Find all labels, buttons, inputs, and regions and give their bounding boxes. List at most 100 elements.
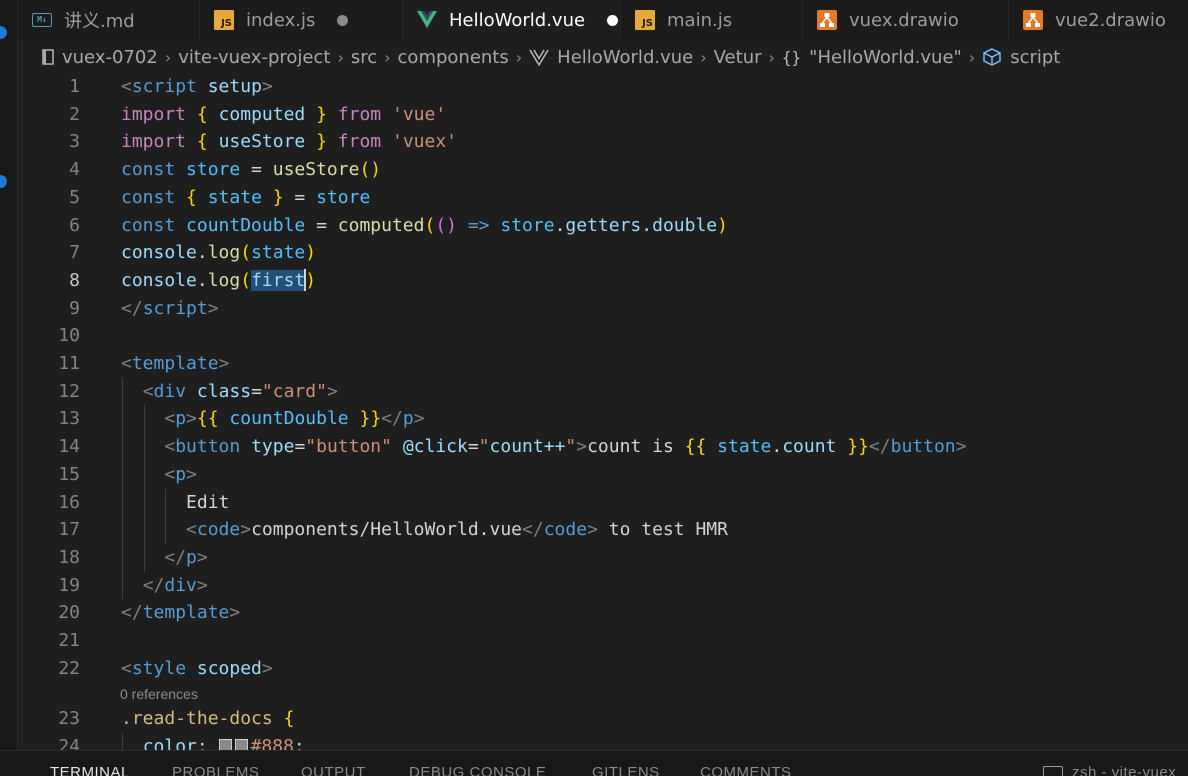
panel-tab-debug-console[interactable]: DEBUG CONSOLE [409, 764, 546, 776]
code-token: useStore [218, 131, 306, 153]
code-line[interactable]: 16 Edit [18, 489, 1188, 517]
code-line[interactable]: 24 color: #888; [18, 733, 1188, 750]
breadcrumb-item-root[interactable]: vuex-0702 [42, 47, 158, 68]
braces-icon: {} [781, 47, 802, 67]
code-token: store [316, 186, 371, 208]
line-number: 21 [58, 630, 80, 651]
indent-guide [143, 405, 145, 572]
color-swatch-icon[interactable] [234, 738, 248, 750]
code-line[interactable]: 23 .read-the-docs { [18, 705, 1188, 733]
code-token: > [229, 602, 241, 624]
code-token: < [186, 519, 197, 541]
code-token: components/HelloWorld.vue [251, 519, 523, 541]
code-text: Edit [121, 489, 229, 517]
code-text: import { computed } from 'vue' [121, 101, 446, 129]
panel-tab-comments[interactable]: COMMENTS [700, 764, 792, 776]
code-text: <p>{{ countDouble }}</p> [121, 405, 424, 433]
tab-vuex-drawio[interactable]: vuex.drawio [803, 0, 1009, 40]
code-line[interactable]: 7 console.log(state) [18, 239, 1188, 267]
activity-badge[interactable] [0, 175, 7, 188]
code-editor[interactable]: 1 <script setup> 2 import { computed } from… [18, 74, 1188, 750]
code-token: useStore [272, 159, 360, 181]
panel-tab-output[interactable]: OUTPUT [301, 764, 366, 776]
breadcrumb-item-file[interactable]: HelloWorld.vue [529, 47, 693, 68]
breadcrumb-item-script[interactable]: script [982, 47, 1060, 68]
terminal-instance-label[interactable]: zsh - vite-vuex [1072, 764, 1176, 776]
code-token: } [272, 186, 284, 208]
modified-dot-icon[interactable] [607, 14, 619, 26]
tab-main-js[interactable]: JS main.js [621, 0, 803, 40]
code-line[interactable]: 3 import { useStore } from 'vuex' [18, 128, 1188, 156]
code-token: = [294, 436, 306, 458]
code-line[interactable]: 11 <template> [18, 350, 1188, 378]
breadcrumb-item-module[interactable]: {} "HelloWorld.vue" [782, 47, 962, 68]
activity-bar [0, 0, 18, 776]
code-token: . [196, 242, 208, 264]
breadcrumb-item-components[interactable]: components [398, 47, 509, 68]
code-line[interactable]: 2 import { computed } from 'vue' [18, 101, 1188, 129]
code-line[interactable]: 21 [18, 627, 1188, 655]
code-token: > [955, 436, 967, 458]
code-line[interactable]: 15 <p> [18, 461, 1188, 489]
code-token: const [121, 214, 176, 236]
code-token: @click [402, 436, 468, 458]
code-token: store [500, 214, 555, 236]
code-line[interactable]: 8 console.log(first) [18, 267, 1188, 295]
code-line[interactable]: 6 const countDouble = computed(() => stor… [18, 212, 1188, 240]
line-number: 6 [69, 214, 80, 236]
code-token: #888 [250, 736, 294, 750]
code-text: console.log(state) [121, 239, 316, 267]
code-token: state [717, 436, 772, 458]
activity-badge[interactable] [0, 26, 7, 39]
code-text: console.log(first) [121, 267, 316, 295]
code-line[interactable]: 22 <style scoped> [18, 655, 1188, 683]
breadcrumb-item-vetur[interactable]: Vetur [714, 47, 762, 68]
terminal-icon[interactable] [1043, 766, 1063, 776]
code-line[interactable]: 17 <code>components/HelloWorld.vue</code… [18, 516, 1188, 544]
breadcrumb-item-src[interactable]: src [351, 47, 377, 68]
code-token: = [305, 214, 338, 236]
code-line[interactable]: 19 </div> [18, 572, 1188, 600]
tab-helloworld-vue[interactable]: HelloWorld.vue [403, 0, 621, 40]
code-line[interactable]: 13 <p>{{ countDouble }}</p> [18, 405, 1188, 433]
code-token: . [771, 436, 783, 458]
code-token: import [121, 131, 187, 153]
code-text: const { state } = store [121, 184, 370, 212]
panel-tab-problems[interactable]: PROBLEMS [172, 764, 259, 776]
code-line[interactable]: 1 <script setup> [18, 74, 1188, 101]
code-token: : [196, 736, 219, 750]
color-swatch-icon[interactable] [218, 738, 232, 750]
breadcrumb-item-project[interactable]: vite-vuex-project [178, 47, 330, 68]
tab-markdown[interactable]: M↓ 讲义.md [18, 0, 200, 40]
code-line[interactable]: 14 <button type="button" @click="count++… [18, 433, 1188, 461]
code-token: = [240, 159, 273, 181]
modified-dot-icon[interactable] [337, 14, 349, 26]
code-text: <script setup> [121, 74, 273, 101]
tab-vue2-drawio[interactable]: vue2.drawio [1009, 0, 1188, 40]
code-line[interactable]: 5 const { state } = store [18, 184, 1188, 212]
code-token: </ [121, 297, 143, 319]
tab-index-js[interactable]: JS index.js [200, 0, 403, 40]
code-token: store [186, 159, 241, 181]
indent-guide [122, 733, 123, 750]
code-line[interactable]: 4 const store = useStore() [18, 156, 1188, 184]
codelens-references[interactable]: 0 references [120, 683, 198, 705]
code-line[interactable]: 9 </script> [18, 295, 1188, 323]
code-line[interactable]: 18 </p> [18, 544, 1188, 572]
code-token: ) [717, 214, 728, 236]
code-token: < [164, 436, 176, 458]
code-line[interactable]: 12 <div class="card"> [18, 378, 1188, 406]
code-token: button [175, 436, 241, 458]
code-line[interactable]: 20 </template> [18, 599, 1188, 627]
code-line[interactable]: 10 [18, 322, 1188, 350]
panel-tab-gitlens[interactable]: GITLENS [592, 764, 660, 776]
panel-tab-terminal[interactable]: TERMINAL [50, 764, 130, 776]
code-token: div [164, 574, 197, 596]
